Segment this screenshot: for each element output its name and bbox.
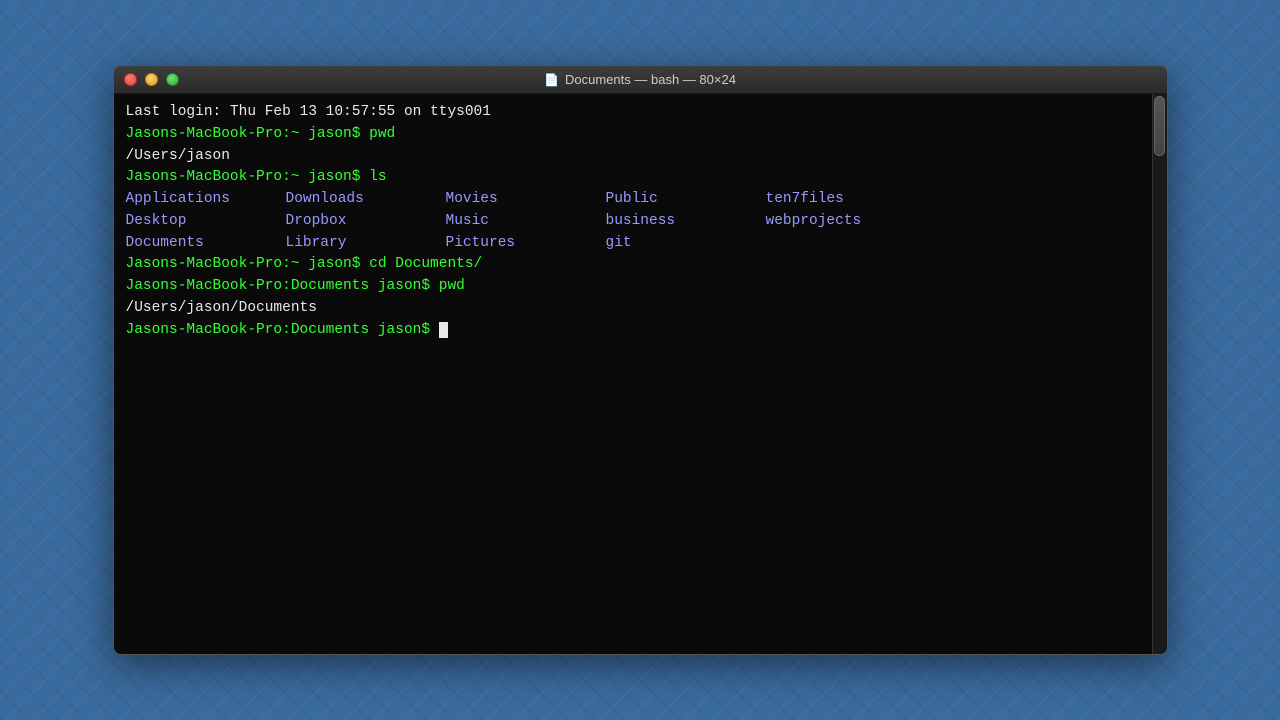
ls-item-desktop: Desktop: [126, 211, 286, 233]
ls-item-git: git: [606, 233, 766, 255]
close-button[interactable]: [124, 73, 137, 86]
window-icon: 📄: [544, 73, 559, 87]
window-title: 📄Documents — bash — 80×24: [544, 72, 736, 87]
terminal-output-2: /Users/jason/Documents: [126, 298, 1140, 320]
ls-item-music: Music: [446, 211, 606, 233]
ls-item-webprojects: webprojects: [766, 211, 926, 233]
scrollbar[interactable]: [1152, 94, 1167, 654]
maximize-button[interactable]: [166, 73, 179, 86]
titlebar: 📄Documents — bash — 80×24: [114, 66, 1167, 94]
ls-item-applications: Applications: [126, 189, 286, 211]
traffic-lights: [124, 73, 179, 86]
ls-item-ten7files: ten7files: [766, 189, 926, 211]
ls-item-empty: [766, 233, 926, 255]
ls-item-business: business: [606, 211, 766, 233]
terminal-line-3: Jasons-MacBook-Pro:~ jason$ cd Documents…: [126, 254, 1140, 276]
ls-item-pictures: Pictures: [446, 233, 606, 255]
terminal-output-1: /Users/jason: [126, 146, 1140, 168]
terminal-body[interactable]: Last login: Thu Feb 13 10:57:55 on ttys0…: [114, 94, 1167, 654]
ls-item-dropbox: Dropbox: [286, 211, 446, 233]
ls-output: Applications Downloads Movies Public ten…: [126, 189, 1140, 254]
terminal-current-prompt[interactable]: Jasons-MacBook-Pro:Documents jason$: [126, 320, 1140, 342]
terminal-line-2: Jasons-MacBook-Pro:~ jason$ ls: [126, 167, 1140, 189]
ls-item-downloads: Downloads: [286, 189, 446, 211]
ls-item-library: Library: [286, 233, 446, 255]
scrollbar-thumb[interactable]: [1154, 96, 1165, 156]
ls-item-movies: Movies: [446, 189, 606, 211]
terminal-window: 📄Documents — bash — 80×24 Last login: Th…: [113, 65, 1168, 655]
terminal-line-4: Jasons-MacBook-Pro:Documents jason$ pwd: [126, 276, 1140, 298]
ls-item-public: Public: [606, 189, 766, 211]
terminal-line-1: Jasons-MacBook-Pro:~ jason$ pwd: [126, 124, 1140, 146]
ls-item-documents: Documents: [126, 233, 286, 255]
minimize-button[interactable]: [145, 73, 158, 86]
cursor: [439, 322, 448, 338]
login-line: Last login: Thu Feb 13 10:57:55 on ttys0…: [126, 102, 1140, 124]
